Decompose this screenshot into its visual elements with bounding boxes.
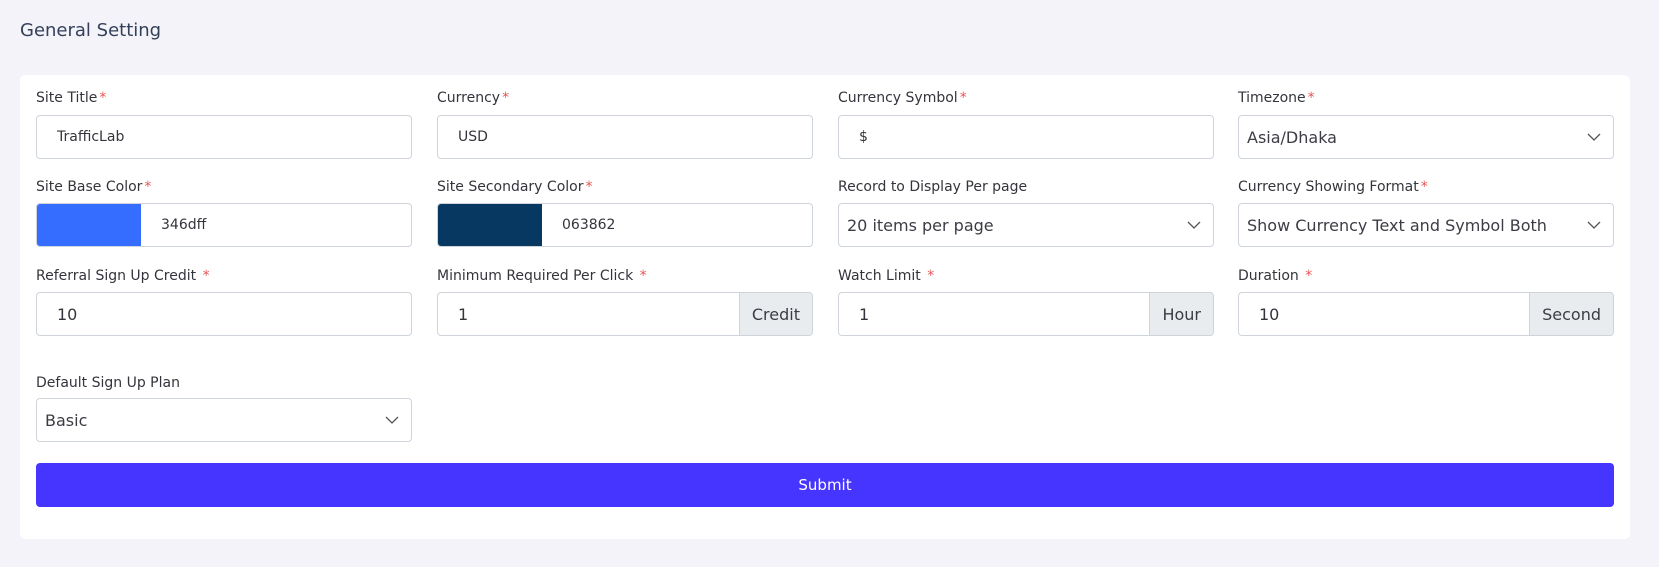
default-plan-label: Default Sign Up Plan <box>36 375 180 391</box>
watch-limit-input-box: Hour <box>838 292 1214 336</box>
base-color-swatch[interactable] <box>37 204 141 246</box>
site-title-field: Site Title * <box>36 90 412 159</box>
site-title-input[interactable] <box>37 116 411 158</box>
default-plan-value: Basic <box>45 410 88 430</box>
required-mark: * <box>639 268 647 284</box>
currency-symbol-input-box <box>838 115 1214 159</box>
records-per-page-select[interactable]: 20 items per page <box>838 203 1214 247</box>
duration-input-box: Second <box>1238 292 1614 336</box>
required-mark: * <box>927 268 935 284</box>
chevron-down-icon <box>1187 221 1201 229</box>
required-mark: * <box>502 90 510 106</box>
currency-symbol-label: Currency Symbol * <box>838 90 967 106</box>
duration-field: Duration * Second <box>1238 268 1614 336</box>
required-mark: * <box>144 179 152 195</box>
default-plan-field: Default Sign Up Plan Basic <box>36 375 412 442</box>
currency-format-field: Currency Showing Format * Show Currency T… <box>1238 179 1614 247</box>
site-base-color-field: Site Base Color * <box>36 179 412 247</box>
site-base-color-input[interactable] <box>141 204 411 246</box>
submit-button[interactable]: Submit <box>36 463 1614 507</box>
referral-credit-label: Referral Sign Up Credit * <box>36 268 210 284</box>
page-title: General Setting <box>20 20 162 41</box>
currency-field: Currency * <box>437 90 813 159</box>
currency-symbol-input[interactable] <box>839 116 1213 158</box>
timezone-select[interactable]: Asia/Dhaka <box>1238 115 1614 159</box>
chevron-down-icon <box>385 416 399 424</box>
watch-limit-field: Watch Limit * Hour <box>838 268 1214 336</box>
credit-addon: Credit <box>738 293 812 335</box>
records-per-page-field: Record to Display Per page 20 items per … <box>838 179 1214 247</box>
site-title-label: Site Title * <box>36 90 107 106</box>
min-per-click-field: Minimum Required Per Click * Credit <box>437 268 813 336</box>
site-secondary-color-label: Site Secondary Color * <box>437 179 593 195</box>
site-secondary-color-field: Site Secondary Color * <box>437 179 813 247</box>
currency-format-select[interactable]: Show Currency Text and Symbol Both <box>1238 203 1614 247</box>
watch-limit-label: Watch Limit * <box>838 268 935 284</box>
watch-limit-input[interactable] <box>839 293 1150 335</box>
min-per-click-input-box: Credit <box>437 292 813 336</box>
currency-input-box <box>437 115 813 159</box>
records-per-page-value: 20 items per page <box>847 215 994 235</box>
required-mark: * <box>585 179 593 195</box>
site-base-color-label: Site Base Color * <box>36 179 152 195</box>
timezone-value: Asia/Dhaka <box>1247 127 1337 147</box>
timezone-field: Timezone * Asia/Dhaka <box>1238 90 1614 159</box>
records-per-page-label: Record to Display Per page <box>838 179 1028 195</box>
required-mark: * <box>1305 268 1313 284</box>
hour-addon: Hour <box>1149 293 1213 335</box>
required-mark: * <box>1420 179 1428 195</box>
required-mark: * <box>1307 90 1315 106</box>
currency-symbol-field: Currency Symbol * <box>838 90 1214 159</box>
required-mark: * <box>202 268 210 284</box>
referral-credit-input[interactable] <box>37 293 411 335</box>
duration-input[interactable] <box>1239 293 1530 335</box>
timezone-label: Timezone * <box>1238 90 1315 106</box>
currency-format-label: Currency Showing Format * <box>1238 179 1428 195</box>
site-base-color-input-box <box>36 203 412 247</box>
referral-credit-field: Referral Sign Up Credit * <box>36 268 412 336</box>
secondary-color-swatch[interactable] <box>438 204 542 246</box>
site-secondary-color-input[interactable] <box>542 204 812 246</box>
second-addon: Second <box>1529 293 1613 335</box>
min-per-click-input[interactable] <box>438 293 739 335</box>
currency-input[interactable] <box>438 116 812 158</box>
site-title-input-box <box>36 115 412 159</box>
required-mark: * <box>99 90 107 106</box>
default-plan-select[interactable]: Basic <box>36 398 412 442</box>
required-mark: * <box>959 90 967 106</box>
chevron-down-icon <box>1587 133 1601 141</box>
currency-format-value: Show Currency Text and Symbol Both <box>1247 215 1547 235</box>
settings-card: Site Title* Currency* Currency Symbol* T… <box>20 75 1630 539</box>
referral-credit-input-box <box>36 292 412 336</box>
chevron-down-icon <box>1587 221 1601 229</box>
min-per-click-label: Minimum Required Per Click * <box>437 268 647 284</box>
duration-label: Duration * <box>1238 268 1313 284</box>
currency-label: Currency * <box>437 90 510 106</box>
site-secondary-color-input-box <box>437 203 813 247</box>
